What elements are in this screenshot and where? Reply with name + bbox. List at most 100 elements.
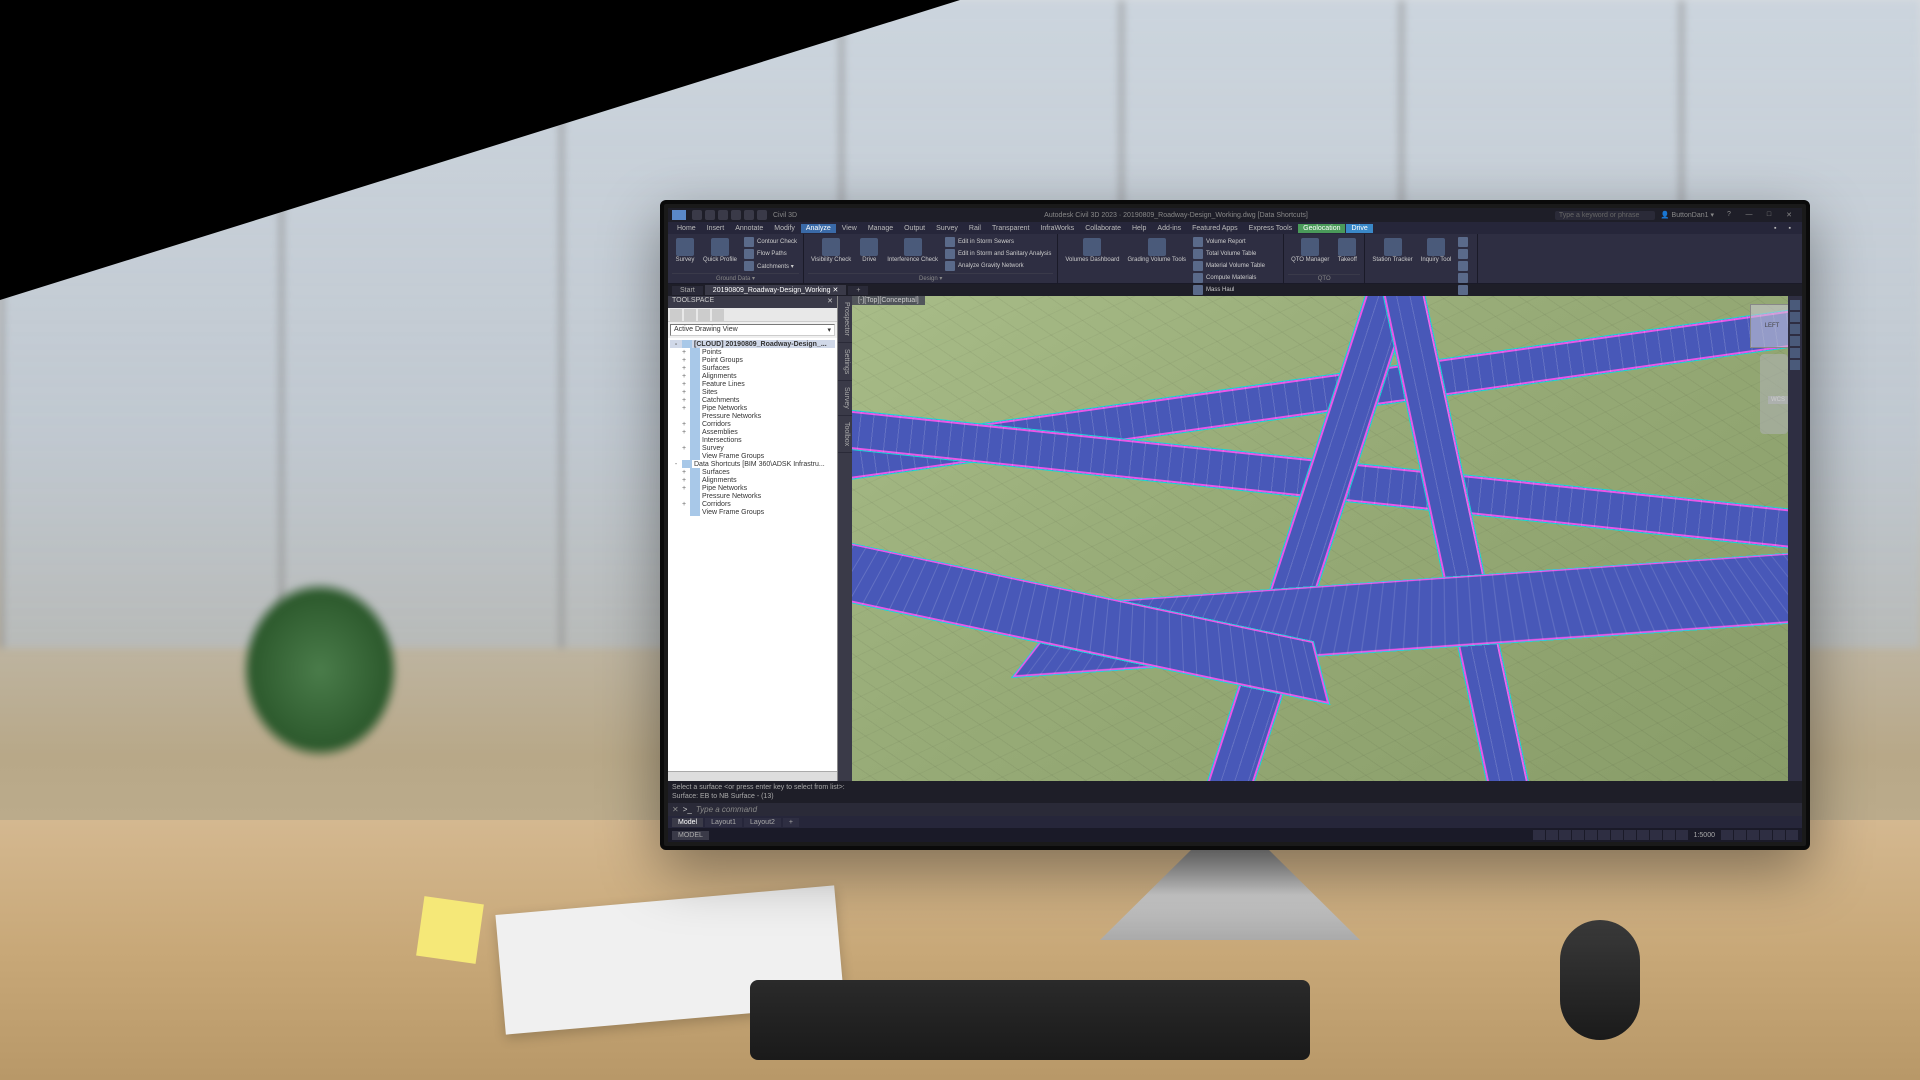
- document-tab[interactable]: Start: [672, 286, 703, 295]
- help-icon[interactable]: ?: [1720, 211, 1738, 219]
- tree-expand-icon[interactable]: +: [680, 445, 688, 452]
- wcs-label[interactable]: WCS: [1768, 396, 1788, 404]
- layout-tab-layout2[interactable]: Layout2: [744, 818, 781, 827]
- vp-tool-icon[interactable]: [1790, 300, 1800, 310]
- interference-check-button[interactable]: Interference Check: [884, 236, 941, 272]
- ts-tool-icon[interactable]: [698, 309, 710, 321]
- tree-expand-icon[interactable]: -: [672, 341, 680, 348]
- flow-paths-button[interactable]: Flow Paths: [742, 248, 799, 260]
- tree-node[interactable]: +Surfaces: [670, 468, 835, 476]
- ribbon-tab-home[interactable]: Home: [672, 224, 701, 233]
- panel-opts-icon[interactable]: ▪: [1769, 224, 1781, 233]
- tree-node[interactable]: +Alignments: [670, 372, 835, 380]
- tree-expand-icon[interactable]: +: [680, 349, 688, 356]
- qat-undo-icon[interactable]: [744, 210, 754, 220]
- new-tab-button[interactable]: +: [848, 286, 868, 295]
- ribbon-tab-analyze[interactable]: Analyze: [801, 224, 836, 233]
- tree-node[interactable]: +Corridors: [670, 420, 835, 428]
- tree-node[interactable]: +Assemblies: [670, 428, 835, 436]
- tree-node[interactable]: -[CLOUD] 20190809_Roadway-Design_...: [670, 340, 835, 348]
- tree-expand-icon[interactable]: +: [680, 405, 688, 412]
- vp-tool-icon[interactable]: [1790, 360, 1800, 370]
- command-close-icon[interactable]: ✕: [672, 805, 679, 814]
- ribbon-tab-express-tools[interactable]: Express Tools: [1244, 224, 1297, 233]
- qto-manager-button[interactable]: QTO Manager: [1288, 236, 1332, 273]
- search-input[interactable]: Type a keyword or phrase: [1555, 211, 1655, 220]
- tree-expand-icon[interactable]: +: [680, 501, 688, 508]
- ribbon-tab-manage[interactable]: Manage: [863, 224, 898, 233]
- layout-tab-layout1[interactable]: Layout1: [705, 818, 742, 827]
- toolspace-tab-prospector[interactable]: Prospector: [838, 296, 852, 343]
- ts-tool-icon[interactable]: [712, 309, 724, 321]
- tree-expand-icon[interactable]: +: [680, 421, 688, 428]
- ribbon-tab-help[interactable]: Help: [1127, 224, 1151, 233]
- close-icon[interactable]: ✕: [1780, 211, 1798, 219]
- polar-toggle-icon[interactable]: [1572, 830, 1584, 840]
- tree-node[interactable]: +Catchments: [670, 396, 835, 404]
- tree-node[interactable]: +Survey: [670, 444, 835, 452]
- tree-expand-icon[interactable]: +: [680, 485, 688, 492]
- maximize-icon[interactable]: □: [1760, 211, 1778, 219]
- vp-tool-icon[interactable]: [1790, 348, 1800, 358]
- navigation-bar[interactable]: [1760, 354, 1788, 434]
- isolate-toggle-icon[interactable]: [1760, 830, 1772, 840]
- snap-toggle-icon[interactable]: [1546, 830, 1558, 840]
- vp-tool-icon[interactable]: [1790, 312, 1800, 322]
- tree-node[interactable]: View Frame Groups: [670, 508, 835, 516]
- dynamic-input-toggle-icon[interactable]: [1676, 830, 1688, 840]
- horizontal-scrollbar[interactable]: [668, 771, 837, 781]
- add-layout-button[interactable]: +: [783, 818, 799, 827]
- drive-button[interactable]: Drive: [856, 236, 882, 272]
- ribbon-tab-transparent[interactable]: Transparent: [987, 224, 1034, 233]
- quick-profile-button[interactable]: Quick Profile: [700, 236, 740, 272]
- inq4-button[interactable]: [1456, 272, 1473, 284]
- material-volume-table-button[interactable]: Material Volume Table: [1191, 260, 1279, 272]
- grid-toggle-icon[interactable]: [1533, 830, 1545, 840]
- mass-haul-button[interactable]: Mass Haul: [1191, 284, 1279, 296]
- minimize-ribbon-icon[interactable]: ▪: [1784, 224, 1796, 233]
- command-line[interactable]: ✕ >_ Type a command: [668, 803, 1802, 816]
- ribbon-tab-geolocation[interactable]: Geolocation: [1298, 224, 1345, 233]
- ribbon-tab-featured-apps[interactable]: Featured Apps: [1187, 224, 1243, 233]
- ribbon-tab-modify[interactable]: Modify: [769, 224, 800, 233]
- ts-tool-icon[interactable]: [684, 309, 696, 321]
- tree-expand-icon[interactable]: +: [680, 397, 688, 404]
- tree-node[interactable]: +Sites: [670, 388, 835, 396]
- tree-node[interactable]: Pressure Networks: [670, 412, 835, 420]
- takeoff-button[interactable]: Takeoff: [1334, 236, 1360, 273]
- toolspace-view-dropdown[interactable]: Active Drawing View▾: [670, 324, 835, 336]
- tree-expand-icon[interactable]: +: [680, 357, 688, 364]
- toolspace-tab-toolbox[interactable]: Toolbox: [838, 416, 852, 453]
- volume-report-button[interactable]: Volume Report: [1191, 236, 1279, 248]
- scale-dropdown[interactable]: 1:5000: [1694, 832, 1715, 839]
- ribbon-tab-annotate[interactable]: Annotate: [730, 224, 768, 233]
- visibility-check-button[interactable]: Visibility Check: [808, 236, 854, 272]
- tree-node[interactable]: +Corridors: [670, 500, 835, 508]
- qat-redo-icon[interactable]: [757, 210, 767, 220]
- vp-tool-icon[interactable]: [1790, 324, 1800, 334]
- tree-node[interactable]: +Pipe Networks: [670, 404, 835, 412]
- ribbon-tab-insert[interactable]: Insert: [702, 224, 730, 233]
- edit-storm-sanitary-button[interactable]: Edit in Storm and Sanitary Analysis: [943, 248, 1053, 260]
- tree-expand-icon[interactable]: +: [680, 365, 688, 372]
- tree-node[interactable]: Intersections: [670, 436, 835, 444]
- qat-new-icon[interactable]: [692, 210, 702, 220]
- otrack-toggle-icon[interactable]: [1598, 830, 1610, 840]
- tree-expand-icon[interactable]: +: [680, 429, 688, 436]
- tree-node[interactable]: -Data Shortcuts [BIM 360\ADSK Infrastru.…: [670, 460, 835, 468]
- layout-tab-model[interactable]: Model: [672, 818, 703, 827]
- tree-node[interactable]: +Surfaces: [670, 364, 835, 372]
- edit-storm-sewers-button[interactable]: Edit in Storm Sewers: [943, 236, 1053, 248]
- inq3-button[interactable]: [1456, 260, 1473, 272]
- ortho-toggle-icon[interactable]: [1559, 830, 1571, 840]
- ribbon-tab-survey[interactable]: Survey: [931, 224, 963, 233]
- tree-node[interactable]: +Point Groups: [670, 356, 835, 364]
- panel-label[interactable]: Design ▾: [808, 273, 1053, 283]
- contour-check-button[interactable]: Contour Check: [742, 236, 799, 248]
- 3dosnap-toggle-icon[interactable]: [1650, 830, 1662, 840]
- tree-node[interactable]: Pressure Networks: [670, 492, 835, 500]
- panel-label[interactable]: QTO: [1288, 274, 1360, 283]
- qat-save-icon[interactable]: [718, 210, 728, 220]
- catchments-button[interactable]: Catchments ▾: [742, 260, 799, 272]
- inq2-button[interactable]: [1456, 248, 1473, 260]
